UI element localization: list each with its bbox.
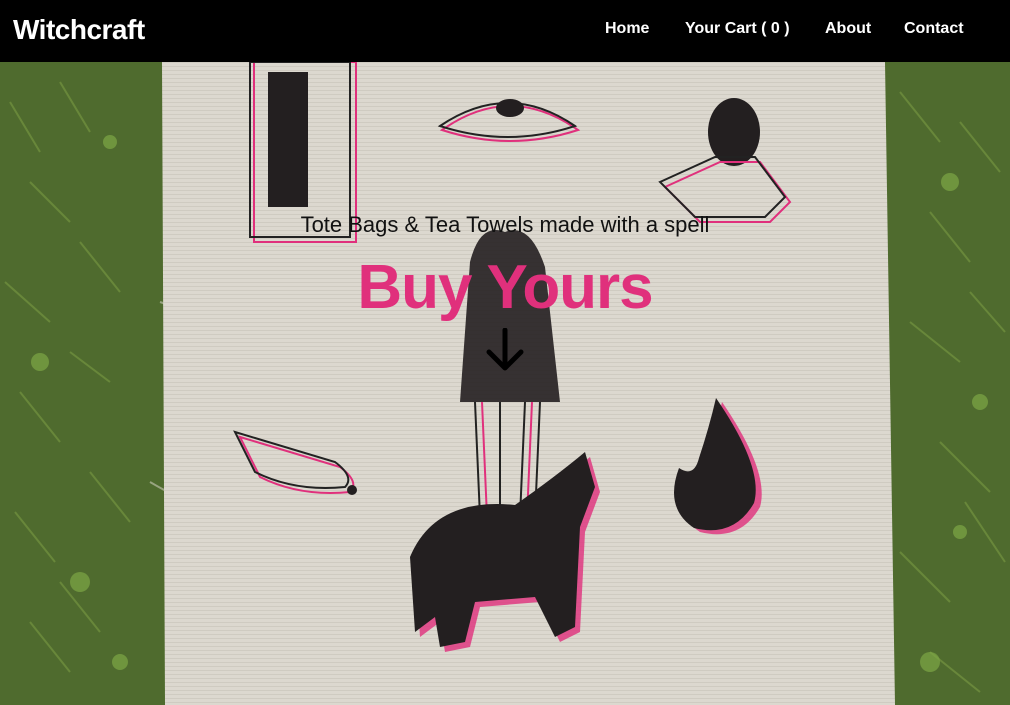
arrow-down-icon[interactable] [485, 327, 525, 377]
top-navbar: Witchcraft Home Your Cart ( 0 ) About Co… [0, 0, 1010, 62]
hero-title: Buy Yours [357, 253, 653, 322]
hero-section: Tote Bags & Tea Towels made with a spell… [0, 62, 1010, 705]
main-nav: Home Your Cart ( 0 ) About Contact [0, 20, 1010, 42]
nav-link-cart[interactable]: Your Cart ( 0 ) [685, 20, 790, 38]
hero-background-image [0, 62, 1010, 705]
nav-link-contact[interactable]: Contact [904, 20, 964, 38]
nav-link-home[interactable]: Home [605, 20, 649, 38]
hero-subtitle: Tote Bags & Tea Towels made with a spell [300, 212, 710, 237]
nav-link-about[interactable]: About [825, 20, 871, 38]
